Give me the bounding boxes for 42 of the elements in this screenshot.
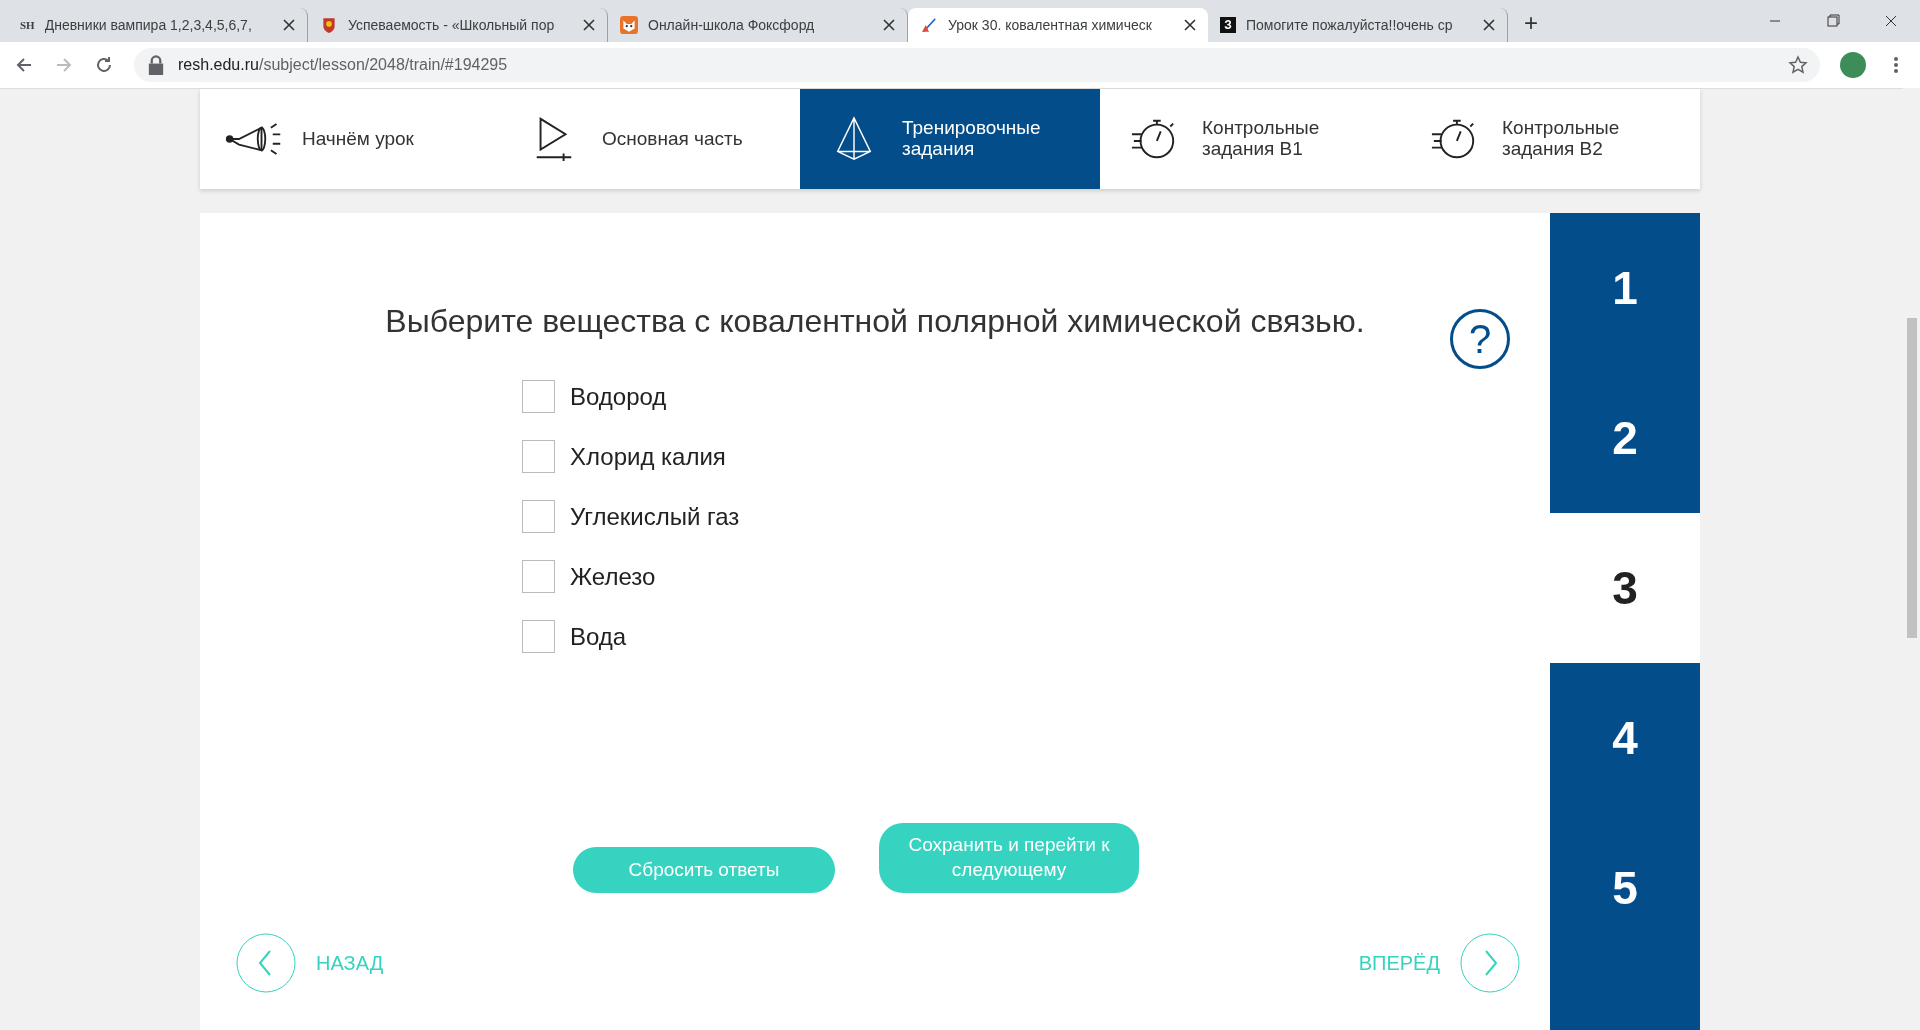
site-logo-icon: З: [1220, 17, 1236, 33]
pen-icon: [920, 16, 938, 34]
close-icon[interactable]: [283, 19, 295, 31]
reload-icon[interactable]: [94, 55, 114, 75]
chevron-left-icon: [236, 933, 296, 993]
answer-label[interactable]: Хлорид калия: [570, 442, 726, 471]
lesson-section-tab[interactable]: Основная часть: [500, 89, 800, 189]
lesson-section-tab[interactable]: Контрольные задания В2: [1400, 89, 1700, 189]
answer-label[interactable]: Углекислый газ: [570, 502, 740, 531]
address-bar[interactable]: resh.edu.ru/subject/lesson/2048/train/#194295: [134, 48, 1820, 82]
question-text: Выберите вещества с ковалентной полярной химической связью.: [384, 303, 1366, 340]
crest-icon: [320, 16, 338, 34]
answer-label[interactable]: Железо: [570, 562, 656, 591]
checkbox[interactable]: [522, 440, 555, 473]
task-number-tab[interactable]: 5: [1550, 813, 1700, 963]
task-number-tab[interactable]: 4: [1550, 663, 1700, 813]
task-number-tab[interactable]: 1: [1550, 213, 1700, 363]
profile-avatar[interactable]: [1840, 52, 1866, 78]
chevron-right-icon: [1460, 933, 1520, 993]
close-icon[interactable]: [1184, 19, 1196, 31]
answer-label[interactable]: Вода: [570, 622, 627, 651]
lock-icon: [146, 55, 166, 75]
new-tab-button[interactable]: +: [1518, 8, 1544, 38]
lesson-section-tab[interactable]: Тренировочные задания: [800, 89, 1100, 189]
checkbox[interactable]: [522, 500, 555, 533]
close-icon[interactable]: [1483, 19, 1495, 31]
checkbox[interactable]: [522, 620, 555, 653]
checkbox[interactable]: [522, 380, 555, 413]
star-icon[interactable]: [1788, 55, 1808, 75]
lesson-section-tab[interactable]: Контрольные задания В1: [1100, 89, 1400, 189]
task-number-tab[interactable]: 3: [1550, 513, 1700, 663]
lesson-section-tab[interactable]: Начнём урок: [200, 89, 500, 189]
browser-tab[interactable]: Урок 30. ковалентная химическ: [908, 8, 1208, 42]
fox-icon: [620, 16, 638, 34]
url-text: resh.edu.ru/subject/lesson/2048/train/#194295: [178, 56, 508, 74]
close-icon[interactable]: [883, 19, 895, 31]
task-number-tab[interactable]: 2: [1550, 363, 1700, 513]
answer-label[interactable]: Водород: [570, 382, 667, 411]
site-logo-icon: SH: [20, 16, 35, 34]
checkbox[interactable]: [522, 560, 555, 593]
close-icon[interactable]: [583, 19, 595, 31]
help-button[interactable]: ?: [1450, 309, 1510, 369]
